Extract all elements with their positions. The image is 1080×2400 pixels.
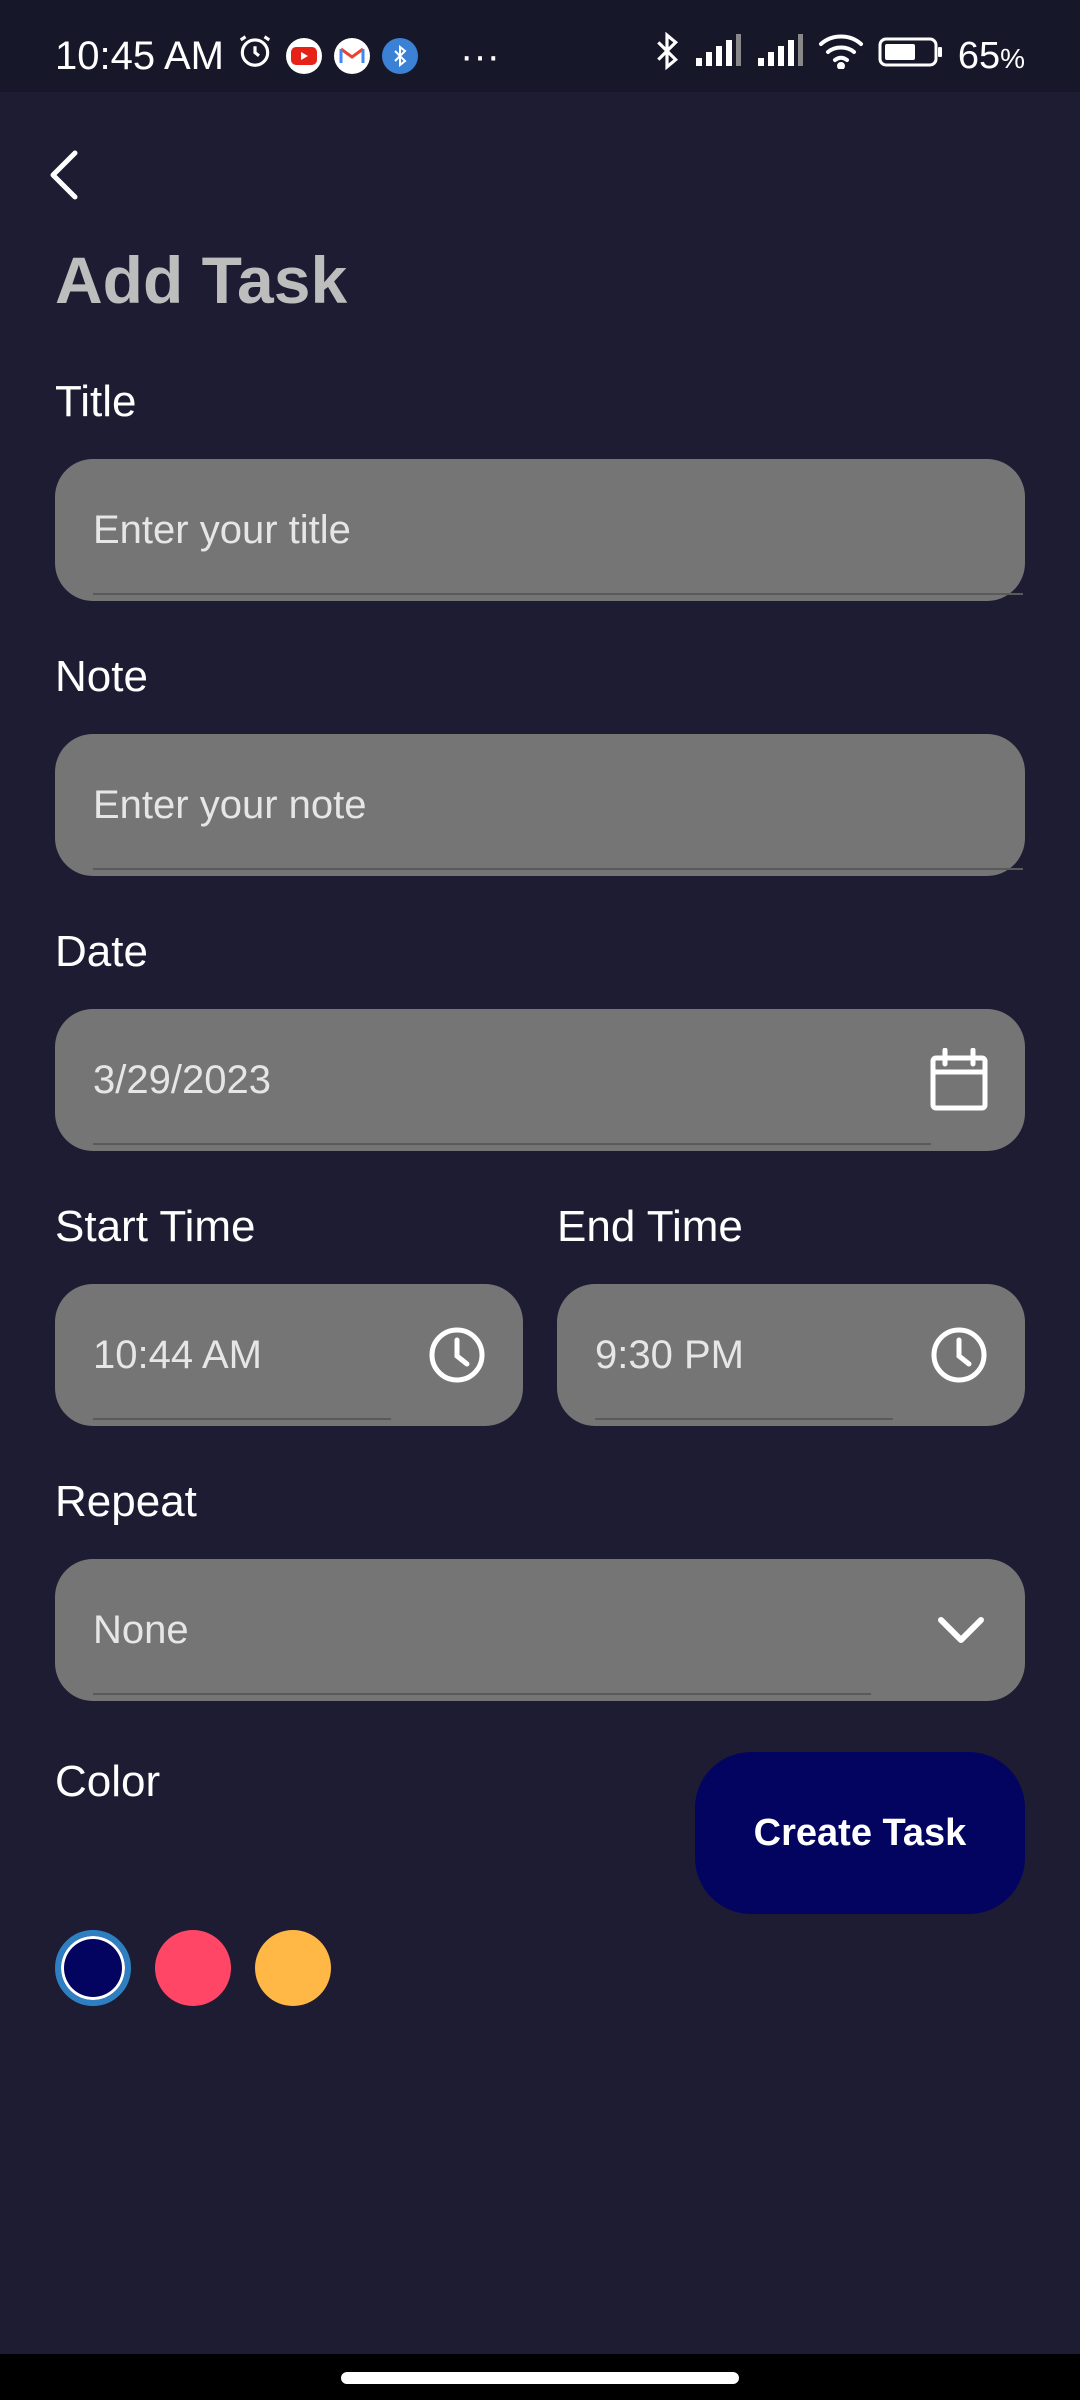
date-value: 3/29/2023 xyxy=(93,1057,271,1102)
note-label: Note xyxy=(55,652,148,701)
navigation-bar xyxy=(0,2354,1080,2400)
title-placeholder: Enter your title xyxy=(93,507,351,552)
start-time-label: Start Time xyxy=(55,1202,256,1251)
home-indicator[interactable] xyxy=(341,2372,739,2384)
repeat-label: Repeat xyxy=(55,1477,197,1526)
chevron-left-icon xyxy=(47,149,81,205)
repeat-value: None xyxy=(93,1607,189,1652)
note-placeholder: Enter your note xyxy=(93,782,367,827)
gmail-icon xyxy=(334,38,371,74)
repeat-underline xyxy=(93,1693,871,1695)
status-bar: 10:45 AM ··· 65% xyxy=(0,0,1080,92)
start-time-underline xyxy=(93,1418,391,1420)
clock-icon[interactable] xyxy=(421,1319,493,1391)
note-underline xyxy=(93,868,1023,870)
battery-icon xyxy=(878,35,944,78)
battery-level: 65% xyxy=(957,34,1025,77)
title-input[interactable]: Enter your title xyxy=(55,459,1025,601)
title-underline xyxy=(93,593,1023,595)
add-task-screen: Add Task Title Enter your title Note Ent… xyxy=(0,92,1080,2354)
create-task-button[interactable]: Create Task xyxy=(695,1752,1025,1914)
end-time-value: 9:30 PM xyxy=(595,1332,744,1377)
chevron-down-icon[interactable] xyxy=(925,1594,997,1666)
color-swatch-3[interactable] xyxy=(255,1930,331,2006)
calendar-icon[interactable] xyxy=(923,1044,995,1116)
end-time-field[interactable]: 9:30 PM xyxy=(557,1284,1025,1426)
status-time: 10:45 AM xyxy=(55,33,225,78)
more-notifications-icon: ··· xyxy=(460,33,500,78)
repeat-select[interactable]: None xyxy=(55,1559,1025,1701)
start-time-value: 10:44 AM xyxy=(93,1332,263,1377)
cell-signal-2-icon xyxy=(756,34,804,78)
end-time-label: End Time xyxy=(557,1202,743,1251)
alarm-icon xyxy=(236,32,274,80)
wifi-icon xyxy=(818,33,864,79)
cell-signal-icon xyxy=(694,34,742,78)
youtube-icon xyxy=(286,38,323,74)
color-swatch-1[interactable] xyxy=(55,1930,131,2006)
color-swatch-2[interactable] xyxy=(155,1930,231,2006)
back-button[interactable] xyxy=(38,142,90,212)
note-input[interactable]: Enter your note xyxy=(55,734,1025,876)
date-label: Date xyxy=(55,927,148,976)
start-time-field[interactable]: 10:44 AM xyxy=(55,1284,523,1426)
page-title: Add Task xyxy=(55,243,348,317)
title-label: Title xyxy=(55,377,137,426)
end-time-underline xyxy=(595,1418,893,1420)
date-field[interactable]: 3/29/2023 xyxy=(55,1009,1025,1151)
date-underline xyxy=(93,1143,931,1145)
color-label: Color xyxy=(55,1757,161,1806)
bluetooth-icon xyxy=(654,31,680,80)
clock-icon[interactable] xyxy=(923,1319,995,1391)
bluetooth-app-icon xyxy=(382,38,419,74)
